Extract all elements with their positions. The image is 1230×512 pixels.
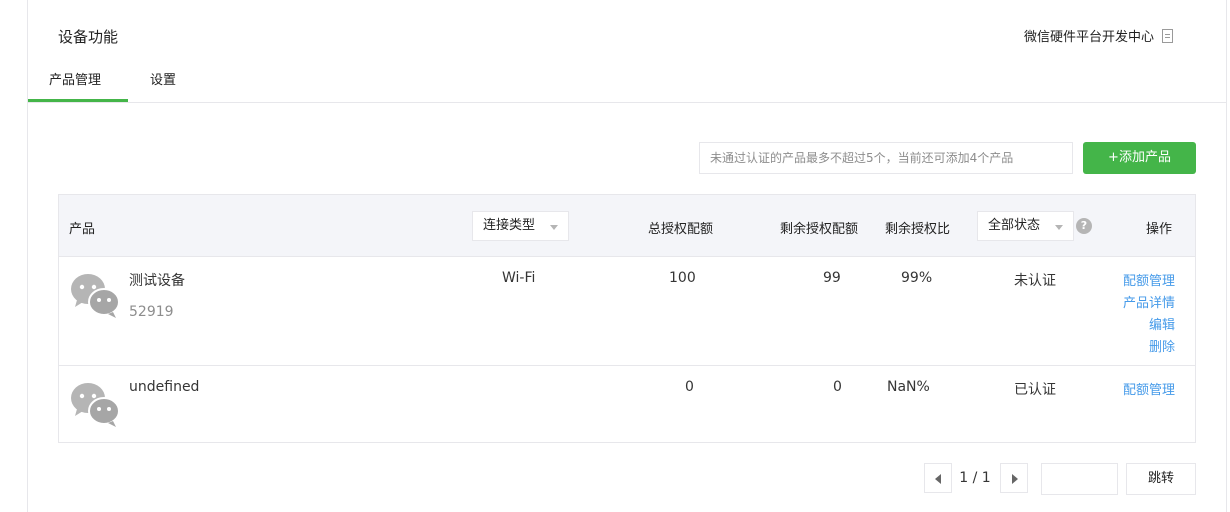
wechat-icon <box>71 383 120 427</box>
total-quota: 100 <box>669 270 696 286</box>
chevron-down-icon <box>550 225 558 230</box>
quota-manage-link[interactable]: 配额管理 <box>1123 379 1175 398</box>
remain-ratio: NaN% <box>887 379 930 395</box>
dev-center-label: 微信硬件平台开发中心 <box>1023 30 1154 45</box>
page-jump-button[interactable]: 跳转 <box>1126 463 1196 495</box>
chevron-left-icon <box>935 474 941 484</box>
table-header: 产品 连接类型 总授权配额 剩余授权配额 剩余授权比 全部状态 ? 操作 <box>59 195 1195 257</box>
remain-quota: 99 <box>823 270 841 286</box>
quota-manage-link[interactable]: 配额管理 <box>1123 270 1175 289</box>
edit-link[interactable]: 编辑 <box>1149 314 1175 333</box>
remain-ratio: 99% <box>901 270 933 286</box>
conn-type: Wi-Fi <box>502 270 536 286</box>
tab-label: 产品管理 <box>49 73 102 88</box>
page-jump-input[interactable] <box>1041 463 1118 495</box>
product-table: 产品 连接类型 总授权配额 剩余授权配额 剩余授权比 全部状态 ? 操作 测试设… <box>58 194 1196 443</box>
wechat-icon <box>71 274 120 318</box>
status: 未认证 <box>1014 273 1056 289</box>
chevron-down-icon <box>1055 225 1063 230</box>
chevron-right-icon <box>1012 474 1018 484</box>
table-row: 测试设备 52919 Wi-Fi 100 99 99% 未认证 配额管理 产品详… <box>59 257 1195 366</box>
tab-product-management[interactable]: 产品管理 <box>28 69 128 102</box>
quota-notice: 未通过认证的产品最多不超过5个，当前还可添加4个产品 <box>699 142 1073 174</box>
remain-quota: 0 <box>833 379 842 395</box>
status: 已认证 <box>1014 382 1056 398</box>
conn-type-select[interactable]: 连接类型 <box>472 211 569 241</box>
col-ops: 操作 <box>1146 222 1173 237</box>
col-remain-quota: 剩余授权配额 <box>780 222 859 237</box>
add-product-button[interactable]: +添加产品 <box>1083 142 1196 174</box>
status-select-label: 全部状态 <box>988 218 1041 233</box>
help-icon[interactable]: ? <box>1076 218 1092 234</box>
document-icon <box>1162 28 1173 43</box>
table-row: undefined 0 0 NaN% 已认证 配额管理 <box>59 366 1195 442</box>
tab-bar: 产品管理 设置 <box>28 58 1226 103</box>
col-total-quota: 总授权配额 <box>648 222 714 237</box>
delete-link[interactable]: 删除 <box>1149 336 1175 355</box>
page-title: 设备功能 <box>58 28 119 46</box>
dev-center-link[interactable]: 微信硬件平台开发中心 <box>1024 26 1173 45</box>
status-select[interactable]: 全部状态 <box>977 211 1074 241</box>
tab-label: 设置 <box>150 73 177 88</box>
product-detail-link[interactable]: 产品详情 <box>1123 292 1175 311</box>
prev-page-button[interactable] <box>924 463 952 493</box>
total-quota: 0 <box>685 379 694 395</box>
active-tab-indicator <box>28 99 128 102</box>
page-indicator: 1 / 1 <box>959 470 991 486</box>
product-name: undefined <box>129 379 200 395</box>
col-remain-ratio: 剩余授权比 <box>885 222 951 237</box>
tab-settings[interactable]: 设置 <box>150 69 176 88</box>
next-page-button[interactable] <box>1000 463 1028 493</box>
col-product: 产品 <box>69 222 96 237</box>
product-id: 52919 <box>129 304 174 320</box>
product-name: 测试设备 <box>129 273 185 289</box>
conn-type-label: 连接类型 <box>483 218 536 233</box>
